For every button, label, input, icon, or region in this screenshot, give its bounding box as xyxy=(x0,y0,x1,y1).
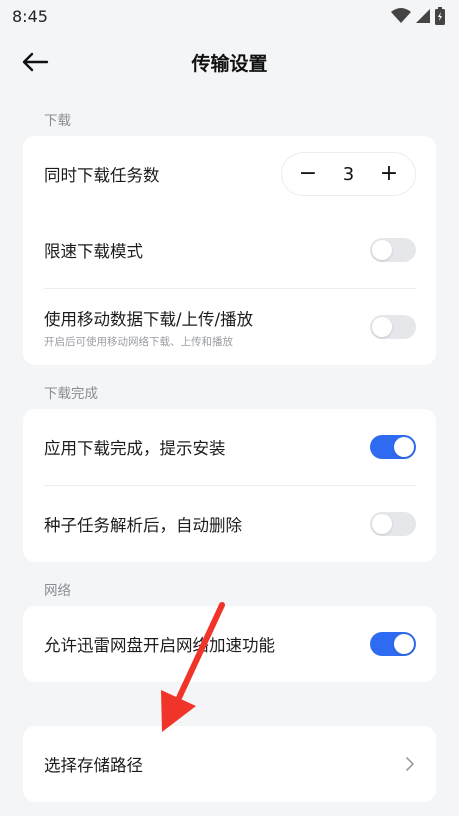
chevron-right-icon xyxy=(406,757,414,771)
concurrent-tasks-row: 同时下载任务数 − 3 + xyxy=(23,136,436,212)
storage-path-label: 选择存储路径 xyxy=(44,756,143,775)
download-settings-card: 同时下载任务数 − 3 + 限速下载模式 使用移动数据下载/上传/播放 开启后可… xyxy=(23,136,436,365)
battery-icon xyxy=(435,7,445,25)
auto-delete-row[interactable]: 种子任务解析后，自动删除 xyxy=(23,486,436,562)
speed-limit-toggle[interactable] xyxy=(370,238,416,262)
increment-button[interactable]: + xyxy=(379,163,399,185)
back-button[interactable] xyxy=(18,46,52,78)
mobile-data-row[interactable]: 使用移动数据下载/上传/播放 开启后可使用移动网络下载、上传和播放 xyxy=(23,289,436,365)
concurrent-tasks-stepper: − 3 + xyxy=(281,152,416,196)
speed-limit-row[interactable]: 限速下载模式 xyxy=(23,212,436,288)
toggle-knob xyxy=(372,514,392,534)
toggle-knob xyxy=(372,240,392,260)
storage-path-row[interactable]: 选择存储路径 xyxy=(23,726,436,802)
speed-limit-label: 限速下载模式 xyxy=(44,242,143,261)
network-acceleration-toggle[interactable] xyxy=(370,632,416,656)
status-time: 8:45 xyxy=(12,6,48,26)
mobile-data-toggle[interactable] xyxy=(370,315,416,339)
auto-delete-label: 种子任务解析后，自动删除 xyxy=(44,516,242,535)
status-icons xyxy=(391,7,445,25)
decrement-button[interactable]: − xyxy=(298,163,318,185)
network-acceleration-row[interactable]: 允许迅雷网盘开启网络加速功能 xyxy=(23,606,436,682)
install-prompt-toggle[interactable] xyxy=(370,435,416,459)
page-title: 传输设置 xyxy=(191,52,268,75)
download-complete-card: 应用下载完成，提示安装 种子任务解析后，自动删除 xyxy=(23,409,436,562)
concurrent-tasks-value: 3 xyxy=(342,163,355,185)
install-prompt-row[interactable]: 应用下载完成，提示安装 xyxy=(23,409,436,485)
status-bar: 8:45 xyxy=(0,0,459,32)
mobile-data-label: 使用移动数据下载/上传/播放 xyxy=(44,309,254,329)
wifi-icon xyxy=(391,8,411,23)
storage-card: 选择存储路径 xyxy=(23,726,436,802)
signal-icon xyxy=(416,9,430,23)
network-acceleration-label: 允许迅雷网盘开启网络加速功能 xyxy=(44,636,275,655)
network-card: 允许迅雷网盘开启网络加速功能 xyxy=(23,606,436,682)
toggle-knob xyxy=(372,317,392,337)
install-prompt-label: 应用下载完成，提示安装 xyxy=(44,439,226,458)
section-label-download-complete: 下载完成 xyxy=(44,386,98,402)
arrow-left-icon xyxy=(22,52,49,72)
toggle-knob xyxy=(394,437,414,457)
mobile-data-description: 开启后可使用移动网络下载、上传和播放 xyxy=(44,335,233,348)
section-label-download: 下载 xyxy=(44,113,71,129)
toggle-knob xyxy=(394,634,414,654)
concurrent-tasks-label: 同时下载任务数 xyxy=(44,166,160,185)
section-label-network: 网络 xyxy=(44,583,71,599)
header: 传输设置 xyxy=(0,34,459,90)
auto-delete-toggle[interactable] xyxy=(370,512,416,536)
